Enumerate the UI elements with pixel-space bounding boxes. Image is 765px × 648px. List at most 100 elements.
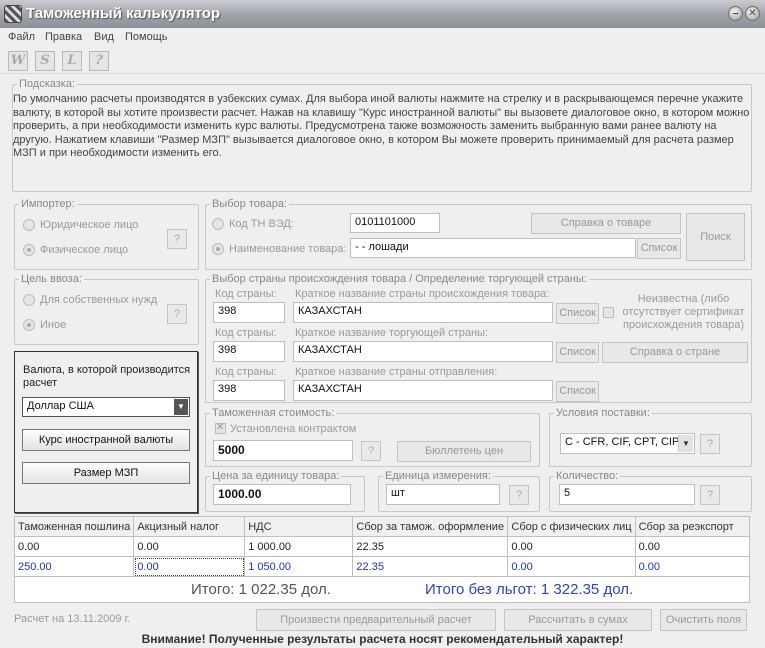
trade-list-button[interactable]: Список [556,342,599,363]
word-export-button[interactable]: W [8,51,28,71]
quantity-input[interactable]: 5 [559,484,695,505]
load-button[interactable]: L [62,51,82,71]
save-button[interactable]: S [35,51,55,71]
goods-name-label: Наименование товара: [229,243,347,255]
dispatch-list-button[interactable]: Список [556,381,599,402]
origin-code-input[interactable]: 398 [213,302,285,323]
currency-select[interactable]: Доллар США [22,397,190,417]
table-cell[interactable]: 0.00 [634,556,751,577]
trade-code-label: Код страны: [215,327,277,339]
unit-input[interactable]: шт [386,484,500,505]
minimize-button[interactable]: – [728,6,743,21]
purpose-other-radio[interactable] [23,319,35,331]
title-bar: Таможенный калькулятор – ✕ [0,0,765,28]
goods-code-radio[interactable] [212,218,224,230]
table-row: 0.00 0.00 1 000.00 22.35 0.00 0.00 [13,536,751,557]
unknown-country-label: Неизвестна (либо отсутствует сертификат … [622,293,745,331]
importer-help-button[interactable]: ? [167,229,187,249]
menu-help[interactable]: Помощь [125,31,168,43]
goods-code-input[interactable]: 0101101000 [350,213,440,233]
unit-price-legend: Цена за единицу товара: [212,470,340,482]
currency-panel: Валюта, в которой производится расчет До… [14,351,198,513]
trade-name-input[interactable]: КАЗАХСТАН [293,341,553,362]
goods-code-label: Код ТН ВЭД: [229,218,294,230]
importer-legal-radio[interactable] [23,219,35,231]
table-cell[interactable]: 0.00 [133,536,246,557]
table-cell[interactable]: 0.00 [634,536,751,557]
table-cell[interactable]: 22.35 [352,536,509,557]
table-cell[interactable]: 0.00 [13,536,135,557]
goods-legend: Выбор товара: [212,198,287,210]
purpose-legend: Цель ввоза: [21,273,82,285]
trade-code-input[interactable]: 398 [213,341,285,362]
toolbar: W S L ? [0,48,765,74]
customs-value-help-button[interactable]: ? [361,441,381,461]
currency-selected: Доллар США [27,400,94,412]
exchange-rate-button[interactable]: Курс иностранной валюты [22,429,190,451]
purpose-own-radio[interactable] [23,294,35,306]
importer-legend: Импортер: [21,198,75,210]
goods-group: Выбор товара: [205,198,752,270]
menu-view[interactable]: Вид [94,31,114,43]
dispatch-code-input[interactable]: 398 [213,380,285,401]
quantity-help-button[interactable]: ? [700,485,720,505]
goods-search-button[interactable]: Поиск [686,213,745,261]
origin-list-button[interactable]: Список [556,303,599,324]
menu-edit[interactable]: Правка [45,31,82,43]
country-legend: Выбор страны происхождения товара / Опре… [212,273,587,285]
table-cell[interactable]: 1 000.00 [244,536,354,557]
delivery-select[interactable]: C - CFR, CIF, CPT, CIP [560,433,695,454]
delivery-help-button[interactable]: ? [700,434,720,454]
country-info-button[interactable]: Справка о стране [602,342,748,363]
menu-file[interactable]: Файл [8,31,35,43]
goods-info-button[interactable]: Справка о товаре [531,213,681,234]
currency-label: Валюта, в которой производится расчет [23,364,191,389]
preliminary-calc-button[interactable]: Произвести предварительный расчет [256,609,496,631]
dispatch-name-label: Краткое название страны отправления: [295,366,498,378]
table-cell[interactable]: 0.00 [507,556,636,577]
origin-name-input[interactable]: КАЗАХСТАН [293,302,553,323]
unit-help-button[interactable]: ? [509,485,529,505]
customs-value-input[interactable]: 5000 [213,440,353,461]
dispatch-name-input[interactable]: КАЗАХСТАН [293,380,553,401]
header-reexport-fee: Сбор за реэкспорт [634,516,751,537]
goods-list-button[interactable]: Список [637,238,681,259]
window-title: Таможенный калькулятор [26,5,221,22]
importer-physical-radio[interactable] [23,244,35,256]
hint-legend: Подсказка: [19,78,76,90]
unknown-country-checkbox[interactable] [603,307,614,318]
mzp-size-button[interactable]: Размер МЗП [22,462,190,484]
unit-price-input[interactable]: 1000.00 [213,484,351,505]
total-amount: Итого: 1 022.35 дол. [191,581,331,598]
table-cell[interactable]: 250.00 [13,556,135,577]
price-bulletin-button[interactable]: Бюллетень цен [397,441,531,462]
delivery-dropdown-arrow-icon[interactable]: ▼ [678,435,693,452]
delivery-selected: C - CFR, CIF, CPT, CIP [565,436,680,448]
trade-name-label: Краткое название торгующей страны: [295,327,488,339]
table-cell[interactable]: 22.35 [352,556,509,577]
customs-value-legend: Таможенная стоимость: [212,407,335,419]
quantity-legend: Количество: [556,470,619,482]
origin-code-label: Код страны: [215,288,277,300]
contract-checkbox[interactable] [215,422,226,434]
table-cell[interactable]: 1 050.00 [244,556,354,577]
currency-dropdown-arrow-icon[interactable]: ▼ [174,399,188,415]
table-row: 250.00 0.00 1 050.00 22.35 0.00 0.00 [13,556,751,577]
dispatch-code-label: Код страны: [215,366,277,378]
warning-text: Внимание! Полученные результаты расчета … [141,632,624,646]
importer-physical-label: Физическое лицо [40,244,129,256]
purpose-help-button[interactable]: ? [167,304,187,324]
help-button[interactable]: ? [89,51,109,71]
clear-fields-button[interactable]: Очистить поля [660,609,747,631]
contract-label: Установлена контрактом [230,423,357,435]
header-customs-duty: Таможенная пошлина [13,516,135,537]
calc-in-sums-button[interactable]: Рассчитать в сумах [504,609,652,631]
table-cell[interactable]: 0.00 [507,536,636,557]
goods-name-input[interactable]: - - лошади [350,238,636,258]
close-button[interactable]: ✕ [745,6,760,21]
calculation-date: Расчет на 13.11.2009 г. [14,613,131,625]
origin-name-label: Краткое название страны происхождения то… [295,288,550,300]
goods-name-radio[interactable] [212,243,224,255]
menu-bar: Файл Правка Вид Помощь [0,28,765,48]
table-cell[interactable]: 0.00 [133,556,246,577]
